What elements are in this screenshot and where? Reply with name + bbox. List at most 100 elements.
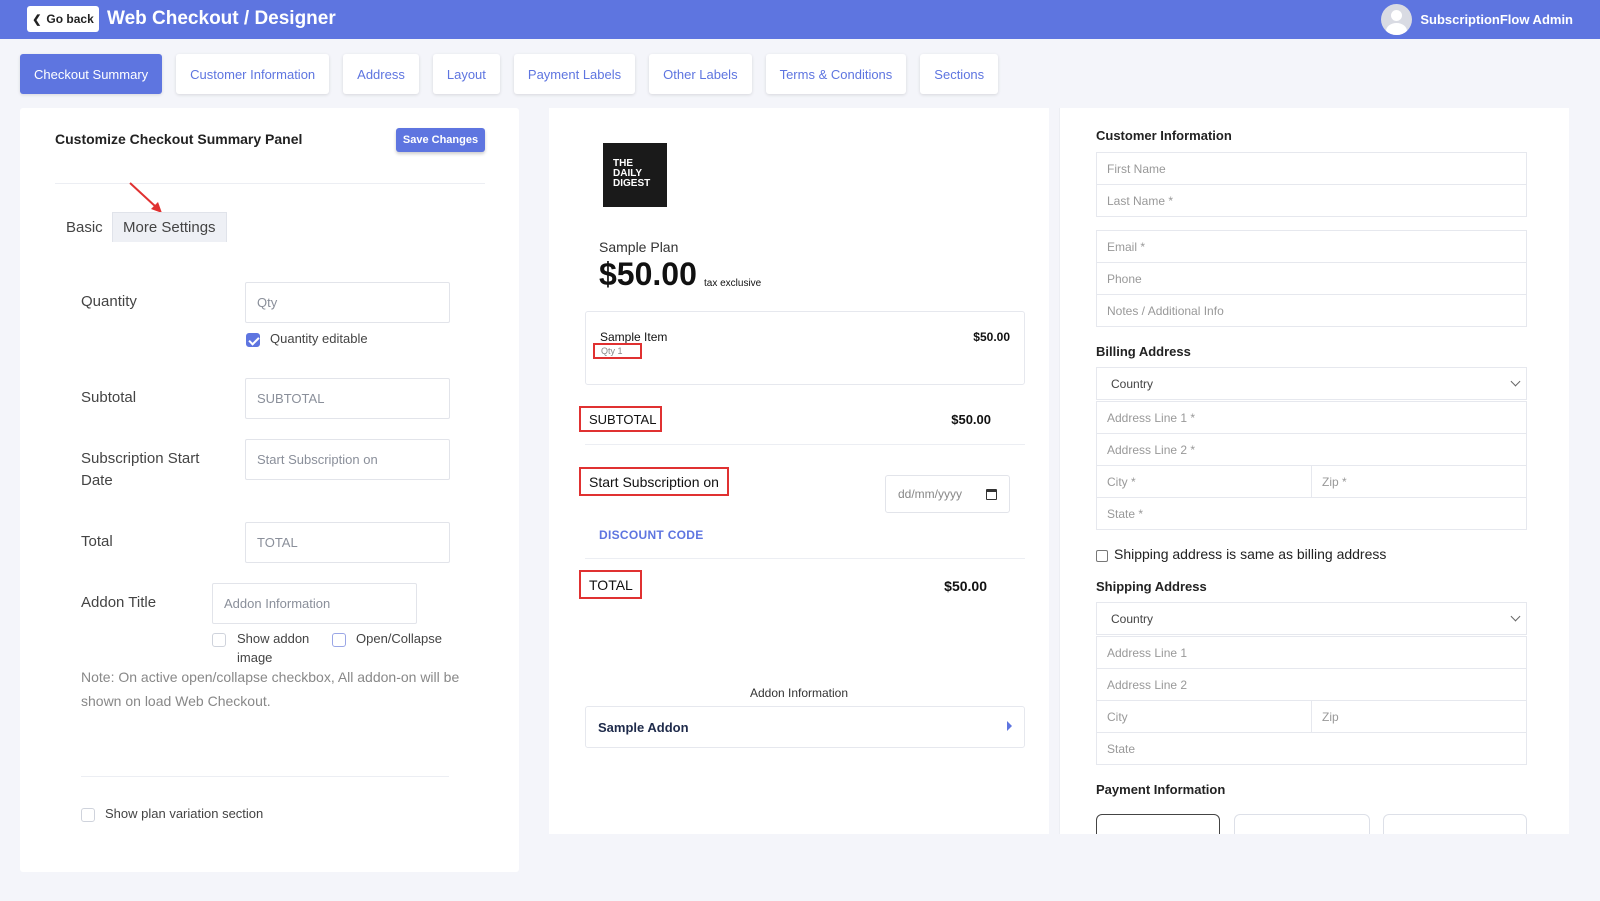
payment-method-option[interactable] [1383,814,1527,834]
chevron-down-icon [1510,611,1521,622]
user-name: SubscriptionFlow Admin [1420,12,1573,27]
payment-method-option[interactable] [1234,814,1370,834]
billing-address-line2-field[interactable]: Address Line 2 * [1096,433,1527,466]
shipping-state-field[interactable]: State [1096,732,1527,765]
panel-title: Customize Checkout Summary Panel [55,131,303,147]
divider [81,776,449,777]
chevron-left-icon: ❮ [32,13,42,26]
subtotal-input[interactable]: SUBTOTAL [245,378,450,419]
same-address-checkbox[interactable] [1096,550,1108,562]
tab-terms-conditions[interactable]: Terms & Conditions [765,54,907,94]
plan-price: $50.00 [599,256,697,292]
same-address-label: Shipping address is same as billing addr… [1114,546,1387,562]
billing-zip-field[interactable]: Zip * [1311,465,1527,498]
billing-country-select[interactable]: Country [1096,367,1527,400]
start-date-label: Subscription Start Date [81,448,199,492]
page-title: Web Checkout / Designer [107,8,336,29]
shipping-country-value: Country [1111,611,1154,626]
show-addon-image-label: Show addon image [237,629,309,667]
addon-note: Note: On active open/collapse checkbox, … [81,669,460,709]
divider [585,558,1025,559]
start-subscription-label: Start Subscription on [579,467,729,496]
subtotal-label: Subtotal [81,389,137,406]
tab-checkout-summary[interactable]: Checkout Summary [20,54,163,94]
shipping-address-line2-field[interactable]: Address Line 2 [1096,668,1527,701]
date-placeholder: dd/mm/yyyy [898,487,963,501]
addon-heading: Addon Information [749,686,849,700]
total-label: TOTAL [579,570,642,599]
brand-logo: THE DAILY DIGEST [603,143,667,207]
start-date-label-line2: Date [81,472,113,489]
last-name-field[interactable]: Last Name * [1096,184,1527,217]
payment-method-option[interactable] [1096,814,1220,834]
shipping-country-select[interactable]: Country [1096,602,1527,635]
avatar [1381,4,1413,35]
tab-payment-labels[interactable]: Payment Labels [513,54,636,94]
shipping-city-field[interactable]: City [1096,700,1312,733]
checkout-preview: THE DAILY DIGEST Sample Plan $50.00 tax … [549,108,1049,834]
total-label: Total [81,533,113,550]
shipping-zip-field[interactable]: Zip [1311,700,1527,733]
show-addon-image-checkbox[interactable] [212,633,226,647]
caret-right-icon [1007,721,1012,731]
top-bar: ❮ Go back Web Checkout / Designer Subscr… [0,0,1600,39]
logo-text: DIGEST [613,178,651,189]
show-addon-image-line2: image [237,650,273,665]
total-input[interactable]: TOTAL [245,522,450,563]
billing-address-line1-field[interactable]: Address Line 1 * [1096,401,1527,434]
quantity-input[interactable]: Qty [245,282,450,323]
subtab-more-settings[interactable]: More Settings [112,212,227,242]
plan-variation-checkbox[interactable] [81,808,95,822]
plan-name: Sample Plan [599,239,679,255]
tax-note: tax exclusive [704,278,762,289]
quantity-editable-checkbox[interactable] [246,333,260,347]
email-field[interactable]: Email * [1096,230,1527,263]
addon-title-label: Addon Title [81,594,157,611]
quantity-editable-label: Quantity editable [270,331,368,346]
start-date-picker[interactable]: dd/mm/yyyy [885,475,1010,513]
item-price: $50.00 [973,330,1010,344]
tab-sections[interactable]: Sections [920,54,999,94]
calendar-icon [986,489,997,500]
customer-info-heading: Customer Information [1096,128,1232,143]
total-value: $50.00 [944,578,987,594]
payment-heading: Payment Information [1096,782,1226,797]
billing-heading: Billing Address [1096,344,1191,359]
notes-field[interactable]: Notes / Additional Info [1096,294,1527,327]
phone-field[interactable]: Phone [1096,262,1527,295]
chevron-down-icon [1510,376,1521,387]
open-collapse-checkbox[interactable] [332,633,346,647]
go-back-button[interactable]: ❮ Go back [27,6,99,32]
addon-title-input[interactable]: Addon Information [212,583,417,624]
designer-tabs: Checkout Summary Customer Information Ad… [20,54,1012,94]
divider [55,183,485,184]
show-addon-image-line1: Show addon [237,631,310,646]
addon-name: Sample Addon [598,720,689,735]
subtab-basic[interactable]: Basic [56,212,113,242]
subtotal-value: $50.00 [951,412,991,427]
discount-code-link[interactable]: DISCOUNT CODE [599,528,704,542]
addon-row[interactable]: Sample Addon [585,706,1025,748]
go-back-label: Go back [46,12,94,26]
tab-other-labels[interactable]: Other Labels [649,54,752,94]
billing-state-field[interactable]: State * [1096,497,1527,530]
save-changes-button[interactable]: Save Changes [396,128,485,152]
item-card: Sample Item $50.00 Qty 1 [585,311,1025,385]
customer-form-preview: Customer Information First Name Last Nam… [1059,108,1569,834]
shipping-address-line1-field[interactable]: Address Line 1 [1096,636,1527,669]
billing-city-field[interactable]: City * [1096,465,1312,498]
item-name: Sample Item [600,330,668,344]
tab-address[interactable]: Address [343,54,419,94]
start-date-input[interactable]: Start Subscription on [245,439,450,480]
open-collapse-label: Open/Collapse [356,631,442,646]
quantity-label: Quantity [81,293,137,310]
item-qty[interactable]: Qty 1 [593,343,642,359]
shipping-heading: Shipping Address [1096,579,1207,594]
first-name-field[interactable]: First Name [1096,152,1527,185]
tab-customer-information[interactable]: Customer Information [176,54,330,94]
plan-variation-label: Show plan variation section [105,806,264,821]
billing-country-value: Country [1111,376,1154,391]
tab-layout[interactable]: Layout [432,54,500,94]
start-date-label-line1: Subscription Start [81,450,200,467]
user-menu[interactable]: SubscriptionFlow Admin [1381,4,1573,35]
